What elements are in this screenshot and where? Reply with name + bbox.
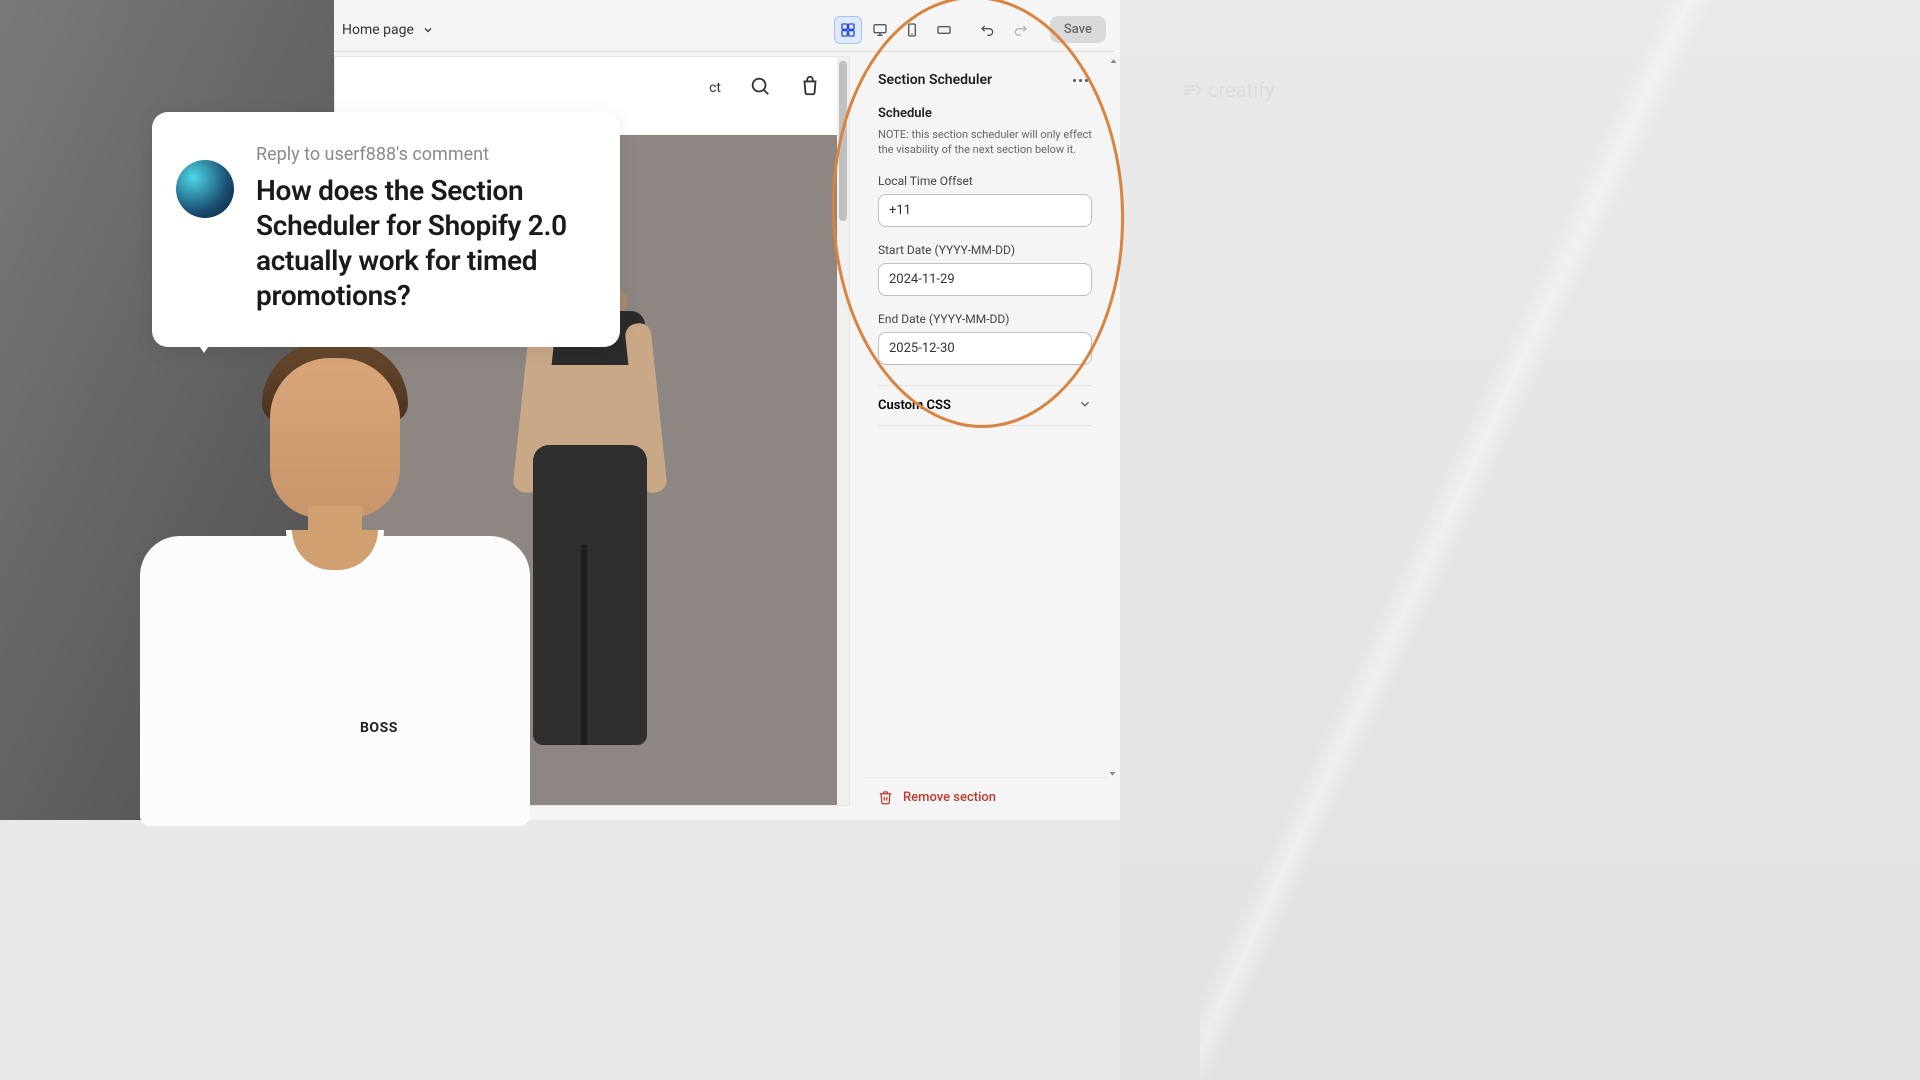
commenter-avatar	[176, 160, 234, 218]
custom-css-label: Custom CSS	[878, 398, 951, 413]
viewport-toolbar: Save	[834, 16, 1106, 44]
chevron-down-icon	[422, 24, 434, 36]
preview-scrollbar[interactable]	[837, 57, 849, 805]
page-selector[interactable]: Home page	[342, 22, 434, 38]
section-settings-panel: Section Scheduler Schedule NOTE: this se…	[862, 56, 1108, 776]
storefront-nav-item[interactable]: ct	[709, 80, 721, 96]
scrollbar-thumb[interactable]	[839, 61, 847, 221]
end-date-label: End Date (YYYY-MM-DD)	[878, 312, 1092, 326]
cart-icon[interactable]	[799, 75, 821, 101]
page-background-right	[1120, 0, 1920, 1080]
remove-section-label: Remove section	[903, 790, 996, 805]
remove-section-button[interactable]: Remove section	[878, 790, 996, 805]
redo-button[interactable]	[1006, 16, 1034, 44]
reply-to-line: Reply to userf888's comment	[256, 144, 586, 165]
page-selector-label: Home page	[342, 22, 414, 38]
schedule-note: NOTE: this section scheduler will only e…	[878, 127, 1092, 158]
schedule-heading: Schedule	[878, 106, 1092, 121]
panel-more-icon[interactable]	[1069, 75, 1092, 86]
background-sheen	[1200, 0, 1920, 1080]
start-date-label: Start Date (YYYY-MM-DD)	[878, 243, 1092, 257]
trash-icon	[878, 790, 893, 805]
custom-css-accordion[interactable]: Custom CSS	[878, 385, 1092, 426]
start-date-input[interactable]	[878, 263, 1092, 296]
save-button[interactable]: Save	[1050, 16, 1106, 43]
sidebar-scroll-down[interactable]	[1108, 763, 1118, 773]
inspector-toggle[interactable]	[834, 16, 862, 44]
viewport-fullwidth[interactable]	[930, 16, 958, 44]
comment-bubble: Reply to userf888's comment How does the…	[152, 112, 620, 347]
section-bottom-bar: Remove section	[862, 777, 1108, 817]
offset-label: Local Time Offset	[878, 174, 1092, 188]
comment-question: How does the Section Scheduler for Shopi…	[256, 173, 586, 313]
search-icon[interactable]	[749, 75, 771, 101]
panel-title: Section Scheduler	[878, 72, 992, 88]
offset-input[interactable]	[878, 194, 1092, 227]
undo-button[interactable]	[974, 16, 1002, 44]
end-date-input[interactable]	[878, 332, 1092, 365]
sidebar-scroll-up[interactable]	[1108, 56, 1118, 66]
storefront-header: ct	[335, 57, 849, 119]
viewport-mobile[interactable]	[898, 16, 926, 44]
viewport-desktop[interactable]	[866, 16, 894, 44]
chevron-down-icon	[1078, 396, 1092, 415]
editor-topbar: Home page Save	[334, 8, 1114, 52]
